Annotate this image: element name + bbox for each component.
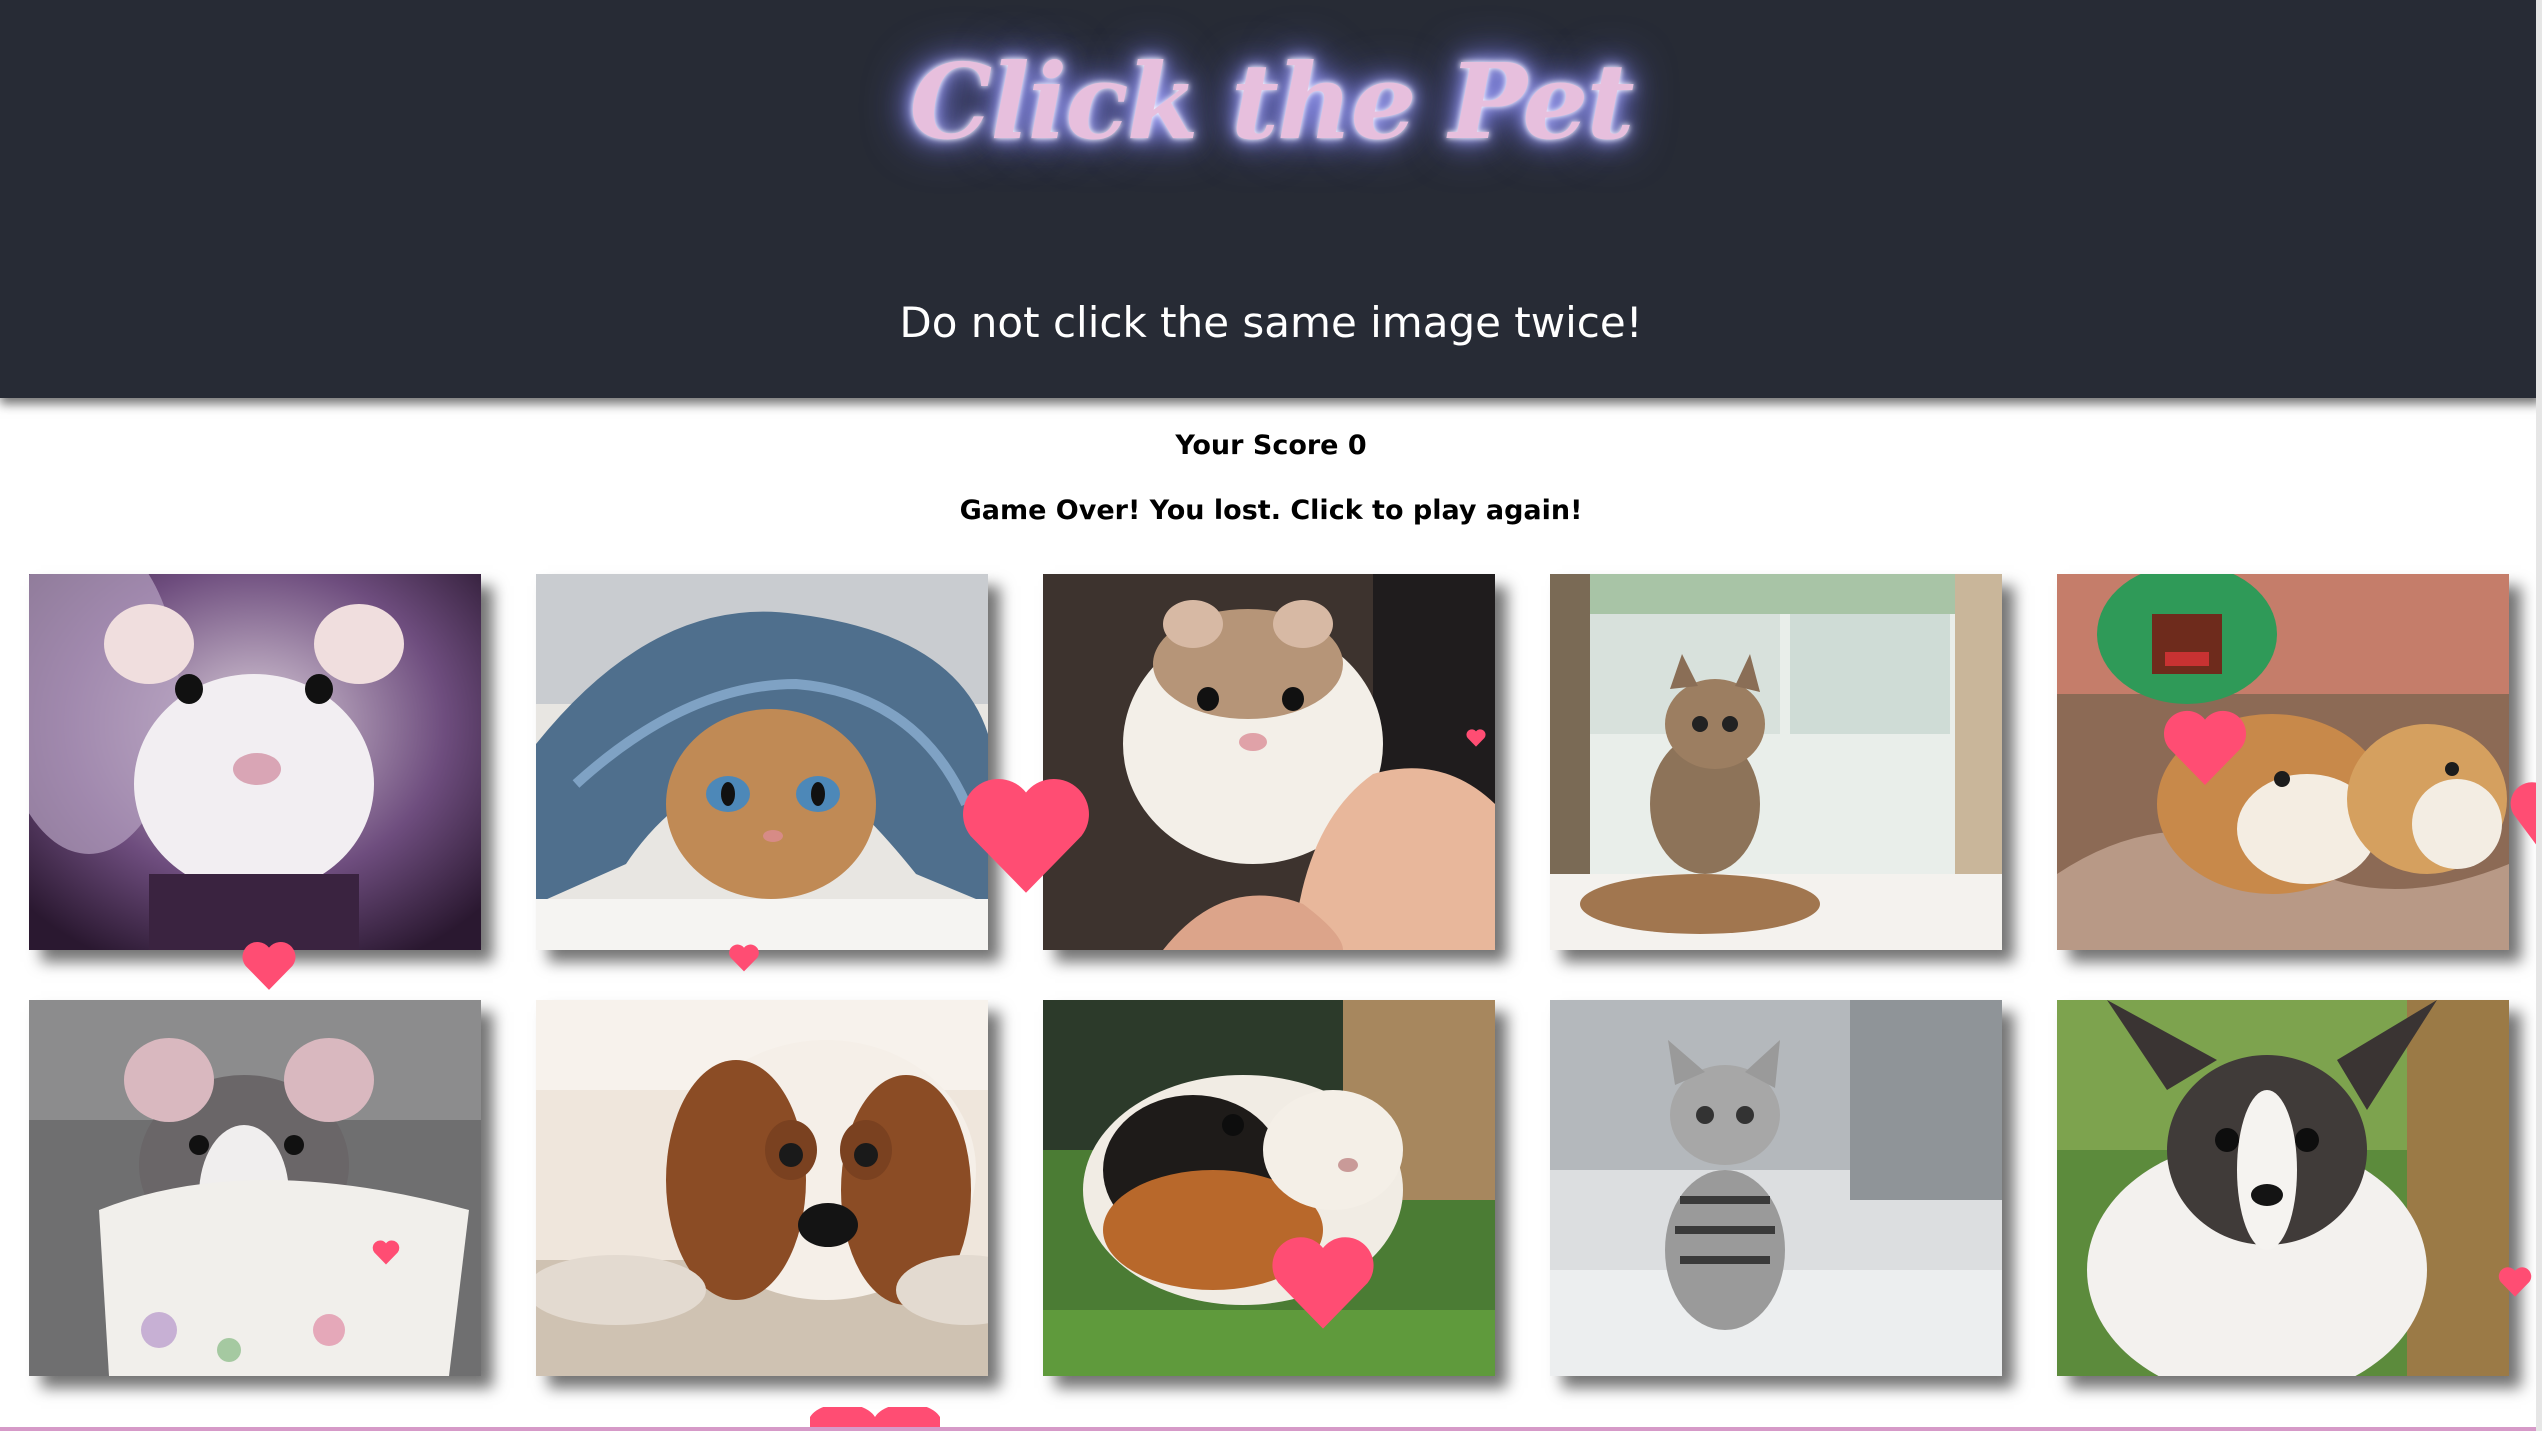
card-spaniel[interactable] [536,1000,988,1376]
card-silver-kitten[interactable] [1550,1000,2002,1376]
footer-line [0,1427,2542,1431]
card-guinea-pigs[interactable] [2057,574,2509,950]
instructions-text: Do not click the same image twice! [899,298,1643,347]
card-hamster[interactable] [1043,574,1495,950]
game-message[interactable]: Game Over! You lost. Click to play again… [0,495,2542,526]
card-chihuahua[interactable] [2057,1000,2509,1376]
score-display: Your Score 0 [1175,430,1367,461]
scrollbar[interactable] [2536,0,2542,1431]
card-kitten-denim[interactable] [536,574,988,950]
header: Click the Pet Do not click the same imag… [0,0,2542,398]
card-rat-cup[interactable] [29,1000,481,1376]
card-guinea-pig-grass[interactable] [1043,1000,1495,1376]
card-tabby-kitten[interactable] [1550,574,2002,950]
page-title: Click the Pet [909,40,1634,163]
card-white-rat[interactable] [29,574,481,950]
